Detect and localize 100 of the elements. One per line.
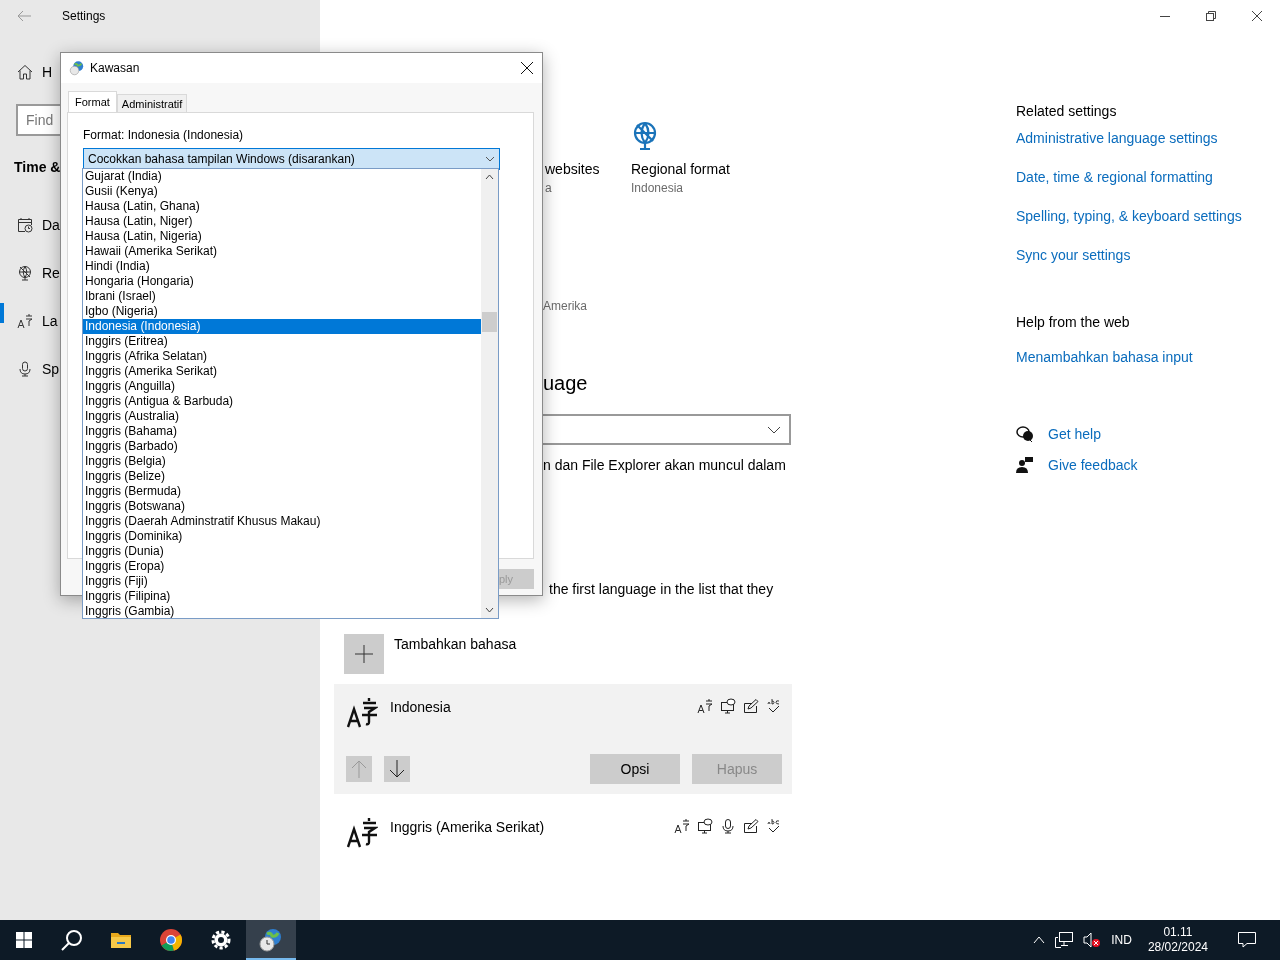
dropdown-option[interactable]: Inggris (Eropa) [83, 559, 481, 574]
globe-clock-icon[interactable] [258, 927, 284, 953]
dialog-title: Kawasan [90, 61, 140, 75]
dropdown-option[interactable]: Inggris (Anguilla) [83, 379, 481, 394]
dropdown-option[interactable]: Gusii (Kenya) [83, 184, 481, 199]
handwriting-icon [743, 698, 759, 714]
restore-icon [1206, 11, 1216, 21]
globe-icon [17, 265, 33, 281]
language-name: Inggris (Amerika Serikat) [390, 818, 546, 836]
globe-clock-icon [69, 60, 85, 76]
tile-subtitle: a [545, 180, 552, 196]
sidebar-item[interactable]: H [42, 64, 53, 80]
dropdown-option[interactable]: Hindi (India) [83, 259, 481, 274]
language-item[interactable]: Inggris (Amerika Serikat) [334, 804, 792, 858]
action-button[interactable]: Opsi [590, 754, 680, 784]
dropdown-option[interactable]: Inggris (Australia) [83, 409, 481, 424]
tile-subtitle: Indonesia [631, 180, 684, 196]
search-field[interactable]: Find [16, 104, 60, 136]
language-icon [346, 816, 378, 848]
dropdown-option[interactable]: Hausa (Latin, Ghana) [83, 199, 481, 214]
close-icon [1252, 11, 1262, 21]
dropdown-option[interactable]: Inggris (Dunia) [83, 544, 481, 559]
dropdown-option[interactable]: Gujarat (India) [83, 169, 481, 184]
sidebar-item[interactable]: Da [42, 217, 60, 233]
settings-link[interactable]: Spelling, typing, & keyboard settings [1016, 206, 1242, 226]
dropdown-option[interactable]: Inggris (Belize) [83, 469, 481, 484]
plus-icon [355, 645, 373, 663]
scroll-thumb[interactable] [482, 312, 497, 332]
close-icon [521, 62, 533, 74]
language-icon [346, 696, 378, 728]
tile-title[interactable]: websites [545, 159, 600, 179]
arrow-up-icon [351, 760, 367, 778]
dropdown-option[interactable]: Inggirs (Eritrea) [83, 334, 481, 349]
handwriting-icon [743, 818, 759, 834]
taskbar-button[interactable] [246, 920, 296, 960]
dropdown-option[interactable]: Inggris (Belgia) [83, 454, 481, 469]
display-language-icon [697, 698, 713, 714]
dropdown-option[interactable]: Inggris (Bahama) [83, 424, 481, 439]
speech-monitor-icon [697, 818, 713, 834]
language-dropdown[interactable] [543, 414, 791, 445]
move-down-button[interactable] [384, 756, 410, 782]
country-value: Amerika [543, 298, 587, 314]
support-link[interactable]: Get help [1048, 424, 1101, 444]
dropdown-option[interactable]: Inggris (Antigua & Barbuda) [83, 394, 481, 409]
dropdown-option[interactable]: Inggris (Barbado) [83, 439, 481, 454]
calendar-clock-icon [17, 217, 33, 233]
dropdown-option[interactable]: Hongaria (Hongaria) [83, 274, 481, 289]
help-chat-icon [1016, 426, 1034, 442]
tab[interactable]: Administratif [116, 94, 188, 112]
settings-link[interactable]: Date, time & regional formatting [1016, 167, 1213, 187]
settings-link[interactable]: Administrative language settings [1016, 128, 1218, 148]
chevron-down-icon [485, 156, 495, 162]
format-label: Format: Indonesia (Indonesia) [83, 127, 244, 143]
microphone-icon [720, 818, 736, 834]
dropdown-option[interactable]: Hausa (Latin, Nigeria) [83, 229, 481, 244]
dropdown-option[interactable]: Inggris (Gambia) [83, 604, 481, 619]
section-heading: uage [543, 371, 588, 396]
dropdown-option[interactable]: Inggris (Filipina) [83, 589, 481, 604]
folder-icon[interactable] [110, 930, 132, 950]
display-language-icon [674, 818, 690, 834]
dropdown-option[interactable]: Inggris (Fiji) [83, 574, 481, 589]
language-icon [17, 313, 33, 329]
gear-icon[interactable] [210, 929, 232, 951]
globe-icon[interactable] [631, 120, 659, 152]
sidebar-item[interactable]: Sp [42, 361, 60, 377]
sidebar-item[interactable]: La [42, 313, 58, 329]
clock[interactable]: 01.11 28/02/2024 [1147, 925, 1208, 955]
input-language-indicator[interactable]: IND [1111, 933, 1132, 947]
tile-title[interactable]: Regional format [631, 159, 730, 179]
dropdown-option[interactable]: Inggris (Amerika Serikat) [83, 364, 481, 379]
settings-link[interactable]: Sync your settings [1016, 245, 1131, 265]
dropdown-option[interactable]: Inggris (Bermuda) [83, 484, 481, 499]
dropdown-option[interactable]: Hawaii (Amerika Serikat) [83, 244, 481, 259]
browser-icon[interactable] [159, 928, 183, 952]
dropdown-option[interactable]: Inggris (Daerah Adminstratif Khusus Makau) [83, 514, 481, 529]
search-icon [61, 929, 83, 951]
format-dropdown[interactable]: Cocokkan bahasa tampilan Windows (disarankan) [83, 148, 500, 170]
speaker-icon[interactable] [1083, 932, 1102, 948]
caret-up-icon[interactable] [1033, 936, 1046, 944]
network-icon[interactable] [1055, 932, 1074, 948]
chevron-down-icon [767, 425, 781, 434]
scrollbar[interactable] [481, 169, 498, 618]
help-link[interactable]: Menambahkan bahasa input [1016, 347, 1193, 367]
dropdown-option[interactable]: Indonesia (Indonesia) [83, 319, 481, 334]
dropdown-option[interactable]: Hausa (Latin, Niger) [83, 214, 481, 229]
dropdown-option[interactable]: Inggris (Afrika Selatan) [83, 349, 481, 364]
dropdown-option[interactable]: Igbo (Nigeria) [83, 304, 481, 319]
sidebar-item[interactable]: Re [42, 265, 60, 281]
home-icon [17, 64, 33, 80]
notification-icon[interactable] [1238, 932, 1256, 948]
support-link[interactable]: Give feedback [1048, 455, 1138, 475]
microphone-icon [17, 361, 33, 377]
windows-logo-icon [16, 932, 32, 948]
dropdown-option[interactable]: Inggris (Botswana) [83, 499, 481, 514]
section-heading: Time & [14, 158, 61, 177]
spell-check-icon [766, 818, 782, 834]
add-language-label[interactable]: Tambahkan bahasa [394, 634, 517, 654]
dropdown-option[interactable]: Ibrani (Israel) [83, 289, 481, 304]
tab[interactable]: Format [68, 91, 117, 112]
dropdown-option[interactable]: Inggris (Dominika) [83, 529, 481, 544]
